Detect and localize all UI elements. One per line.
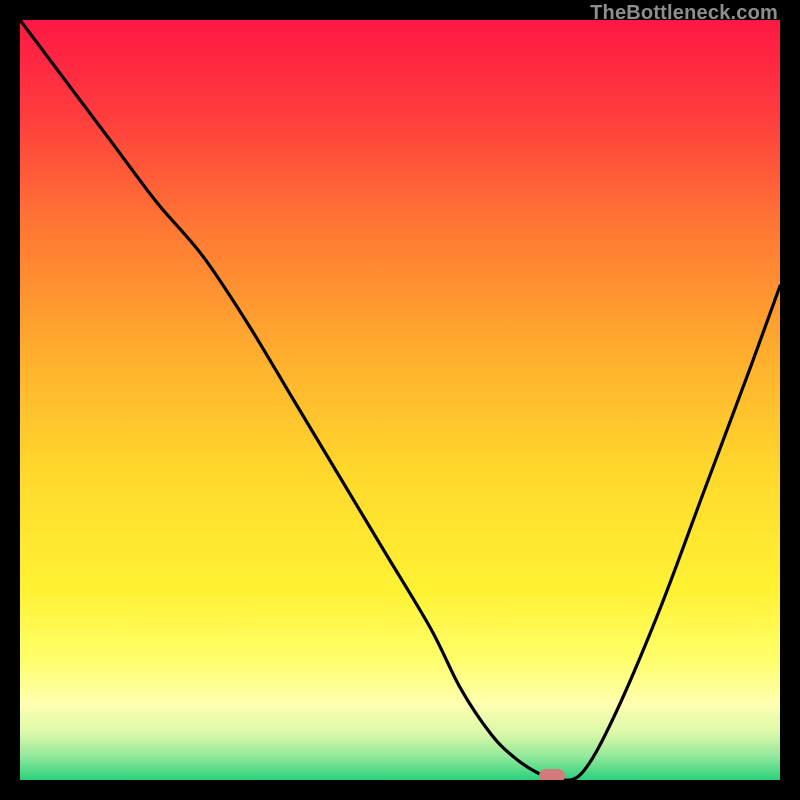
chart-frame: TheBottleneck.com <box>0 0 800 800</box>
plot-area <box>20 20 780 780</box>
watermark-text: TheBottleneck.com <box>590 2 778 25</box>
gradient-background <box>20 20 780 780</box>
